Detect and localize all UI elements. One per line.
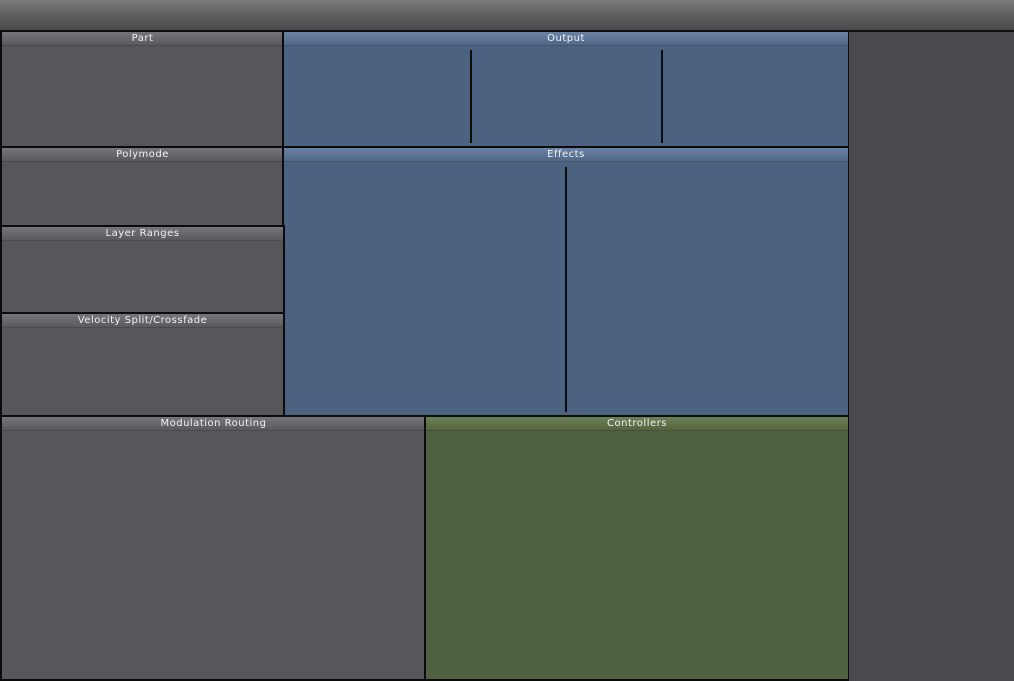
effects-panel-title: Effects xyxy=(284,148,848,162)
right-sidebar xyxy=(849,32,1014,681)
output-panel-title: Output xyxy=(284,32,848,46)
effects-panel: Effects xyxy=(282,146,850,417)
part-panel: Part xyxy=(0,30,285,148)
velocity-split-panel-title: Velocity Split/Crossfade xyxy=(2,314,283,328)
controllers-panel: Controllers xyxy=(424,415,850,681)
part-panel-title: Part xyxy=(2,32,283,46)
velocity-split-panel: Velocity Split/Crossfade xyxy=(0,312,285,417)
output-panel: Output xyxy=(282,30,850,148)
controllers-panel-title: Controllers xyxy=(426,417,848,431)
layer-ranges-panel: Layer Ranges xyxy=(0,225,285,315)
polymode-panel-title: Polymode xyxy=(2,148,283,162)
output-divider-1 xyxy=(470,50,472,143)
top-toolbar xyxy=(0,0,1014,32)
modulation-routing-panel: Modulation Routing xyxy=(0,415,427,681)
output-divider-2 xyxy=(661,50,663,143)
modulation-routing-panel-title: Modulation Routing xyxy=(2,417,425,431)
effects-divider xyxy=(565,167,567,412)
polymode-panel: Polymode xyxy=(0,146,285,228)
layer-ranges-panel-title: Layer Ranges xyxy=(2,227,283,241)
